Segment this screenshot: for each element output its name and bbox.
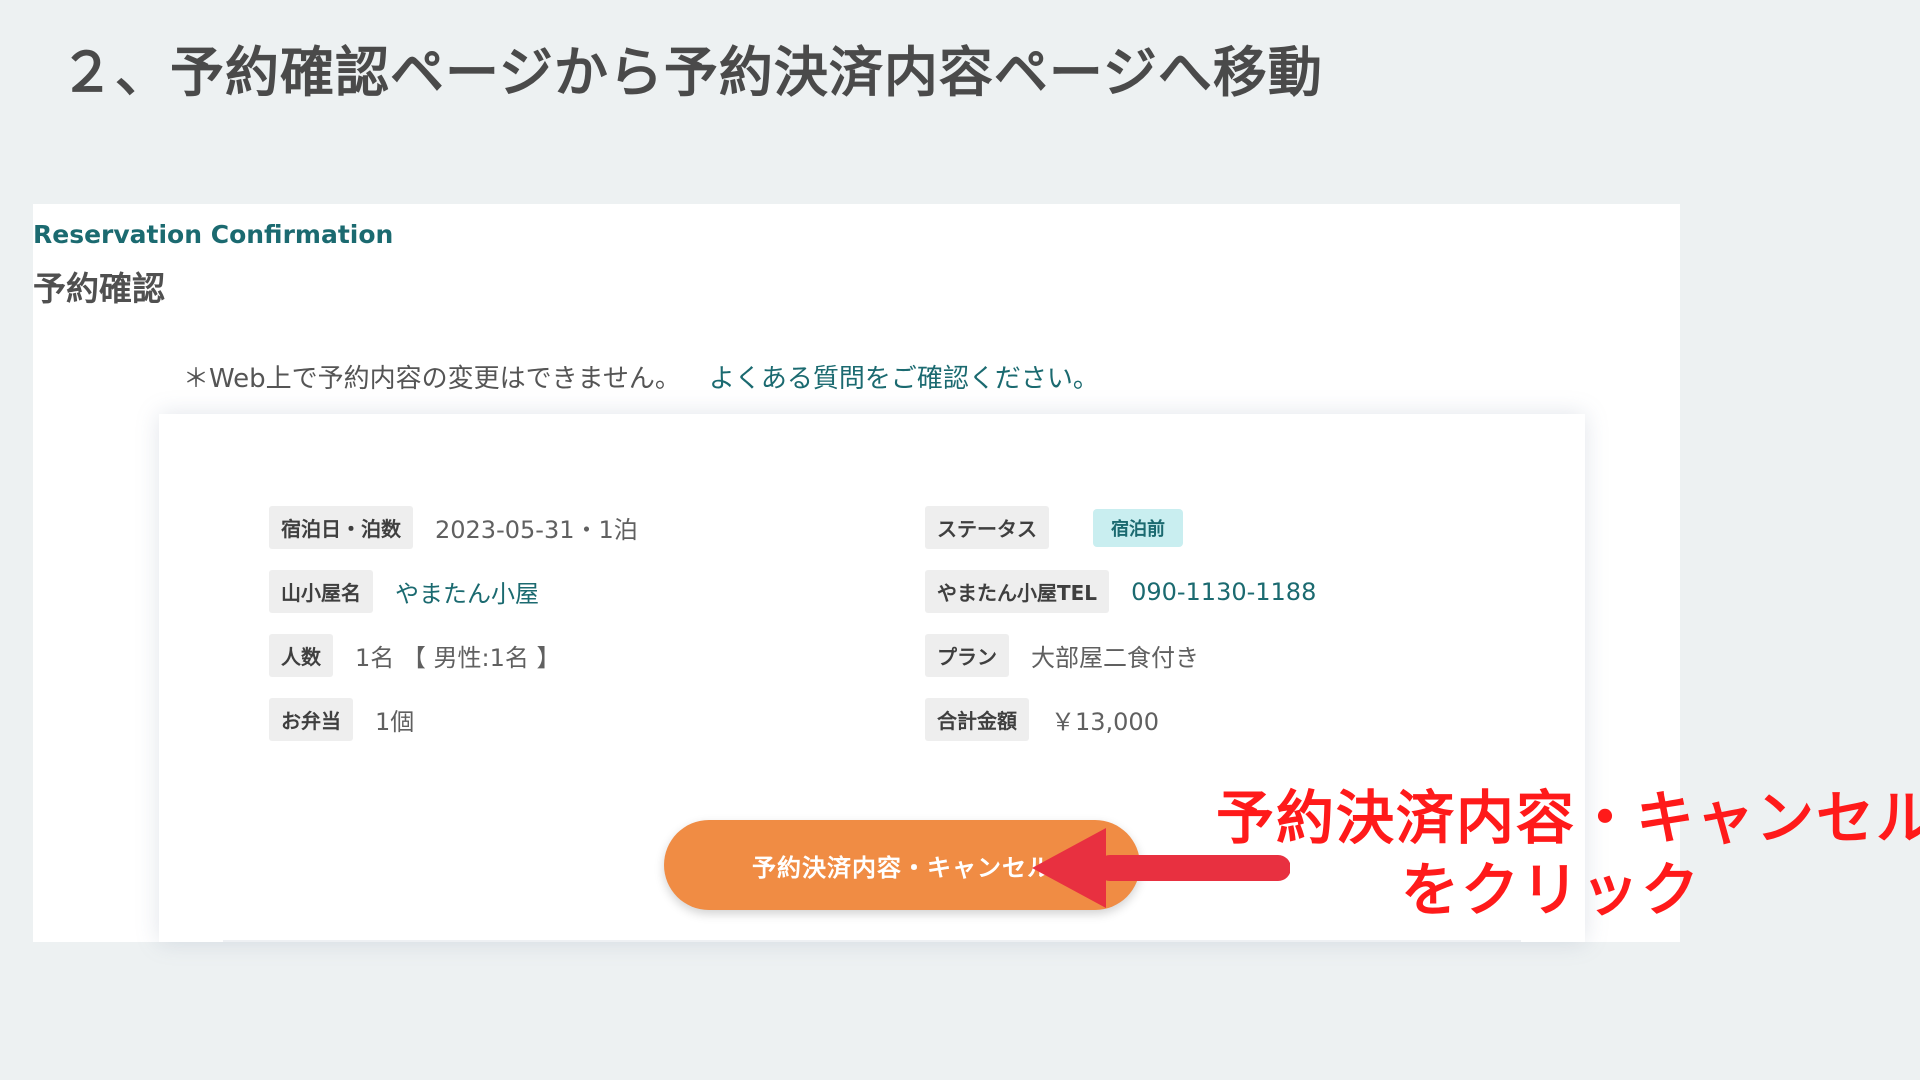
page-eyebrow: Reservation Confirmation	[33, 220, 394, 249]
click-instruction-callout: 予約決済内容・キャンセル をクリック	[1216, 782, 1920, 926]
plan-value: 大部屋二食付き	[1031, 644, 1199, 672]
guests-label: 人数	[269, 634, 333, 677]
slide-title: ２、予約確認ページから予約決済内容ページへ移動	[60, 41, 1323, 104]
detail-status: ステータス 宿泊前	[925, 506, 1183, 549]
bento-value: 1個	[375, 708, 415, 736]
card-divider	[223, 940, 1521, 942]
status-badge: 宿泊前	[1093, 508, 1183, 547]
guests-value: 1名 【 男性:1名 】	[355, 644, 561, 672]
detail-stay-date: 宿泊日・泊数 2023-05-31・1泊	[269, 506, 638, 549]
hut-name-link[interactable]: やまたん小屋	[395, 574, 539, 609]
detail-bento: お弁当 1個	[269, 698, 414, 741]
total-label: 合計金額	[925, 698, 1029, 741]
page-heading: 予約確認	[33, 269, 165, 308]
detail-plan: プラン 大部屋二食付き	[925, 634, 1199, 677]
stay-date-label: 宿泊日・泊数	[269, 506, 413, 549]
plan-label: プラン	[925, 634, 1009, 677]
total-value: ￥13,000	[1051, 708, 1159, 736]
detail-hut-name: 山小屋名 やまたん小屋	[269, 570, 539, 613]
callout-line-1: 予約決済内容・キャンセル	[1216, 784, 1920, 852]
status-label: ステータス	[925, 506, 1049, 549]
change-notice: ＊Web上で予約内容の変更はできません。 よくある質問をご確認ください。	[183, 358, 1099, 395]
bento-label: お弁当	[269, 698, 353, 741]
detail-hut-tel: やまたん小屋TEL 090-1130-1188	[925, 570, 1316, 613]
hut-name-label: 山小屋名	[269, 570, 373, 613]
detail-guests: 人数 1名 【 男性:1名 】	[269, 634, 561, 677]
callout-line-2: をクリック	[1400, 856, 1701, 924]
detail-total: 合計金額 ￥13,000	[925, 698, 1159, 741]
hut-tel-label: やまたん小屋TEL	[925, 570, 1110, 613]
hut-tel-link[interactable]: 090-1130-1188	[1131, 578, 1316, 606]
stay-date-value: 2023-05-31・1泊	[435, 516, 638, 544]
faq-link[interactable]: よくある質問をご確認ください。	[709, 364, 1099, 394]
notice-text: ＊Web上で予約内容の変更はできません。	[183, 364, 681, 394]
